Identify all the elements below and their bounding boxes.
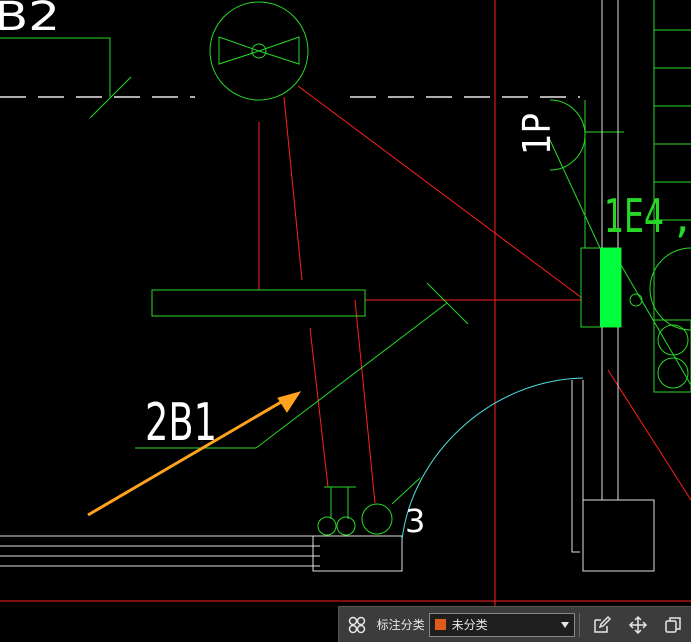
move-icon [628, 615, 647, 634]
grid-icon [348, 616, 366, 633]
highlighted-block[interactable] [600, 248, 621, 327]
label-comma: , [675, 189, 690, 243]
edit-button[interactable] [584, 608, 620, 642]
grid-view-button[interactable] [339, 608, 375, 642]
move-button[interactable] [620, 608, 656, 642]
annotation-toolbar: 标注分类 未分类 [338, 606, 691, 642]
copy-button[interactable] [655, 608, 691, 642]
toolbar-divider [579, 612, 581, 637]
label-1e4[interactable]: 1E4 [604, 189, 664, 243]
category-selected-value: 未分类 [451, 618, 488, 632]
door-swing-arc [401, 377, 584, 541]
label-3[interactable]: 3 [405, 502, 425, 540]
label-2b1[interactable]: 2B1 [145, 393, 217, 453]
annotation-category-label: 标注分类 [376, 618, 425, 632]
label-b2[interactable]: B2 [0, 0, 60, 40]
category-select[interactable]: 未分类 [428, 612, 576, 637]
edit-icon [594, 615, 611, 633]
red-lines [0, 0, 691, 606]
copy-icon [665, 616, 681, 633]
cad-canvas[interactable]: 2B1 1E4 , 1P B2 3 [0, 0, 691, 642]
white-lines [0, 0, 655, 572]
green-lines [0, 0, 691, 536]
category-color-swatch [433, 618, 447, 631]
label-1p[interactable]: 1P [515, 113, 559, 155]
chevron-down-icon [561, 621, 570, 628]
